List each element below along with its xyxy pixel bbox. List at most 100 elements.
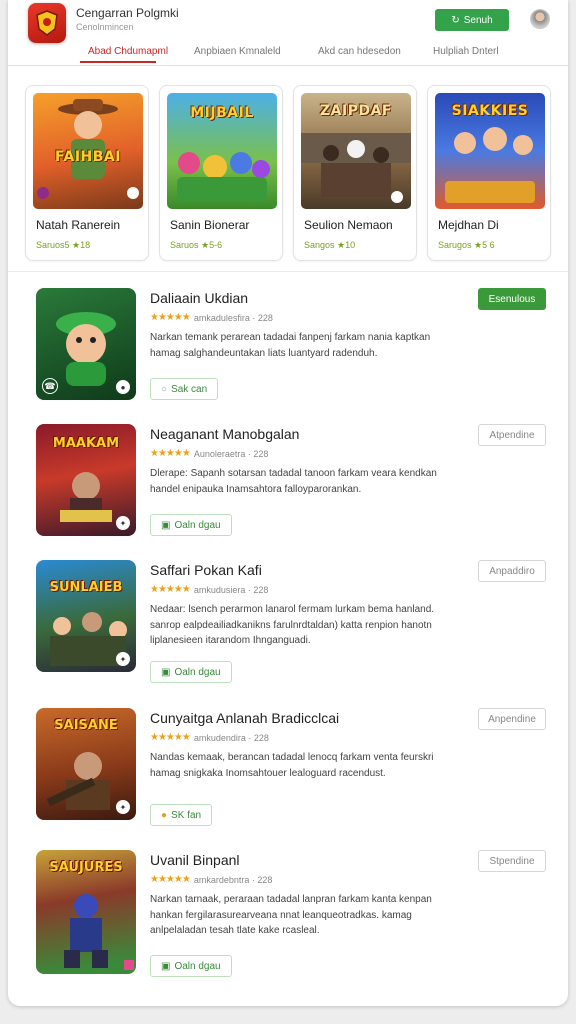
app-title: Cengarran Polgmki bbox=[76, 6, 179, 20]
settings-badge-icon: ✦ bbox=[116, 516, 130, 530]
list-item-name: Uvanil Binpanl bbox=[150, 852, 240, 868]
list-item-tag-button[interactable]: ▣ Oaln dgau bbox=[150, 661, 232, 683]
featured-card-meta: Sarugos ★5 6 bbox=[438, 240, 495, 250]
list-item-action-button[interactable]: Anpaddiro bbox=[478, 560, 546, 582]
list-item-tag-button[interactable]: ▣ Oaln dgau bbox=[150, 514, 232, 536]
settings-badge-icon: ✦ bbox=[116, 800, 130, 814]
list-item-description: Nedaar: lsench perarmon lanarol fermam l… bbox=[150, 604, 435, 646]
avatar[interactable] bbox=[530, 9, 550, 29]
list-item-thumbnail: MAAKAM ✦ bbox=[36, 424, 136, 536]
active-tab-indicator bbox=[80, 61, 156, 63]
tab-4[interactable]: Hulpliah Dnterl bbox=[433, 46, 499, 57]
list-item-tag-label: Sak can bbox=[171, 383, 208, 395]
featured-card[interactable]: SIAKKIES Mejdhan Di Sarugos ★5 6 bbox=[427, 85, 551, 261]
list-item-description: Narkan temank perarean tadadai fanpenj f… bbox=[150, 332, 431, 359]
list-item[interactable]: SUNLAIEB ✦ Saffari Pokan Kafi ★★★★★ amku… bbox=[8, 560, 568, 696]
featured-card-meta: Sangos ★10 bbox=[304, 240, 356, 250]
featured-carousel: FAIHBAI Natah Ranerein Saruos5 ★18 MIJBA… bbox=[8, 82, 568, 272]
list-item-thumbnail: SAISANE ✦ bbox=[36, 708, 136, 820]
list-item-action-button[interactable]: Atpendine bbox=[478, 424, 546, 446]
featured-card-meta: Saruos ★5-6 bbox=[170, 240, 223, 250]
list-item-description: Nandas kemaak, berancan tadadal lenocq f… bbox=[150, 752, 434, 779]
list-item-rating: ★★★★★ amkadulesfira · 228 bbox=[150, 312, 273, 323]
list-item-action-button[interactable]: Esenulous bbox=[478, 288, 546, 310]
list-item-tag-label: SK fan bbox=[171, 809, 202, 821]
featured-card-art: MIJBAIL bbox=[167, 93, 277, 209]
list-item-art-title: SAISANE bbox=[54, 718, 118, 733]
list-item-rating: ★★★★★ amkudendira · 228 bbox=[150, 732, 269, 743]
featured-art-title: MIJBAIL bbox=[190, 105, 254, 121]
leaf-icon: ▣ bbox=[161, 960, 171, 972]
star-rating-icon: ★★★★★ bbox=[150, 732, 191, 743]
list-item-tag-button[interactable]: ▣ Oaln dgau bbox=[150, 955, 232, 977]
settings-badge-icon: ● bbox=[116, 380, 130, 394]
featured-card-name: Sanin Bionerar bbox=[170, 218, 250, 232]
featured-card[interactable]: FAIHBAI Natah Ranerein Saruos5 ★18 bbox=[25, 85, 149, 261]
list-item-rating-text: amkudendira · 228 bbox=[193, 732, 269, 743]
list-item-description: Dlerape: Sapanh sotarsan tadadal tanoon … bbox=[150, 468, 437, 495]
tab-3[interactable]: Akd can hdesedon bbox=[318, 46, 401, 57]
list-item-art-title: MAAKAM bbox=[52, 436, 120, 451]
list-item[interactable]: MAAKAM ✦ Neaganant Manobgalan ★★★★★ Auno… bbox=[8, 424, 568, 560]
featured-card-meta: Saruos5 ★18 bbox=[36, 240, 91, 250]
clock-icon: ○ bbox=[161, 383, 168, 395]
settings-badge-icon: ✦ bbox=[116, 652, 130, 666]
tab-1[interactable]: Abad Chdumapml bbox=[88, 46, 168, 57]
star-rating-icon: ★★★★★ bbox=[150, 448, 191, 459]
list-item[interactable]: ☎ ● Daliaain Ukdian ★★★★★ amkadulesfira … bbox=[8, 288, 568, 424]
app-logo-icon[interactable] bbox=[28, 3, 66, 43]
list-item-name: Saffari Pokan Kafi bbox=[150, 562, 262, 578]
list-item-tag-button[interactable]: ● SK fan bbox=[150, 804, 213, 826]
featured-card-name: Mejdhan Di bbox=[438, 218, 499, 232]
emoji-icon: ● bbox=[161, 809, 168, 821]
list-item-rating: ★★★★★ amkudusiera · 228 bbox=[150, 584, 268, 595]
list-item-description: Narkan tarnaak, peraraan tadadal lanpran… bbox=[150, 894, 432, 936]
list-item-tag-label: Oaln dgau bbox=[174, 960, 221, 972]
featured-card-art: ZAIPDAF bbox=[301, 93, 411, 209]
header: Cengarran Polgmki Cenolnmincen ↻ Senuh A… bbox=[8, 0, 568, 66]
phone-icon: ☎ bbox=[42, 378, 58, 394]
list-item-rating: ★★★★★ Aunoleraetra · 228 bbox=[150, 448, 268, 459]
featured-card-art: SIAKKIES bbox=[435, 93, 545, 209]
list-item-name: Cunyaitga Anlanah Bradicclcai bbox=[150, 710, 340, 726]
featured-card[interactable]: ZAIPDAF Seulion Nemaon Sangos ★10 bbox=[293, 85, 417, 261]
list-item-rating-text: amkadulesfira · 228 bbox=[193, 312, 273, 323]
leaf-icon: ▣ bbox=[161, 666, 171, 678]
sign-in-button[interactable]: ↻ Senuh bbox=[435, 9, 509, 31]
sign-in-label: Senuh bbox=[463, 14, 493, 26]
tab-bar: Abad Chdumapml Anpbiaen Kmnaleld Akd can… bbox=[8, 40, 568, 66]
featured-card-name: Natah Ranerein bbox=[36, 218, 121, 232]
list-item-art-title: SUNLAIEB bbox=[49, 580, 123, 595]
list-item-tag-label: Oaln dgau bbox=[174, 519, 221, 531]
featured-art-title: SIAKKIES bbox=[451, 103, 529, 119]
list-item-action-button[interactable]: Stpendine bbox=[478, 850, 546, 872]
app-subtitle: Cenolnmincen bbox=[76, 22, 134, 32]
list-item-rating: ★★★★★ amkardebntra · 228 bbox=[150, 874, 272, 885]
star-rating-icon: ★★★★★ bbox=[150, 584, 191, 595]
list-item-thumbnail: SAUJURES bbox=[36, 850, 136, 974]
featured-art-title: ZAIPDAF bbox=[320, 103, 392, 119]
list-item-rating-text: amkudusiera · 228 bbox=[193, 584, 269, 595]
featured-card-name: Seulion Nemaon bbox=[304, 218, 393, 232]
list-item-art-title: SAUJURES bbox=[49, 860, 123, 875]
featured-card-art: FAIHBAI bbox=[33, 93, 143, 209]
list-item-thumbnail: ☎ ● bbox=[36, 288, 136, 400]
list-item[interactable]: SAUJURES Uvanil Binpanl ★★★★★ amkardebnt… bbox=[8, 850, 568, 986]
star-rating-icon: ★★★★★ bbox=[150, 312, 191, 323]
list-item-action-button[interactable]: Anpendine bbox=[478, 708, 546, 730]
list-item-rating-text: amkardebntra · 228 bbox=[193, 874, 273, 885]
list-item-thumbnail: SUNLAIEB ✦ bbox=[36, 560, 136, 672]
list-item-name: Neaganant Manobgalan bbox=[150, 426, 300, 442]
star-rating-icon: ★★★★★ bbox=[150, 874, 191, 885]
refresh-icon: ↻ bbox=[451, 14, 460, 26]
list-item-name: Daliaain Ukdian bbox=[150, 290, 249, 306]
list-item-tag-label: Oaln dgau bbox=[174, 666, 221, 678]
app-window: Cengarran Polgmki Cenolnmincen ↻ Senuh A… bbox=[8, 0, 568, 1006]
list-item-rating-text: Aunoleraetra · 228 bbox=[193, 448, 269, 459]
leaf-icon: ▣ bbox=[161, 519, 171, 531]
list-item-tag-button[interactable]: ○ Sak can bbox=[150, 378, 219, 400]
tab-2[interactable]: Anpbiaen Kmnaleld bbox=[194, 46, 281, 57]
featured-art-title: FAIHBAI bbox=[55, 149, 121, 165]
list-item[interactable]: SAISANE ✦ Cunyaitga Anlanah Bradicclcai … bbox=[8, 708, 568, 844]
featured-card[interactable]: MIJBAIL Sanin Bionerar Saruos ★5-6 bbox=[159, 85, 283, 261]
